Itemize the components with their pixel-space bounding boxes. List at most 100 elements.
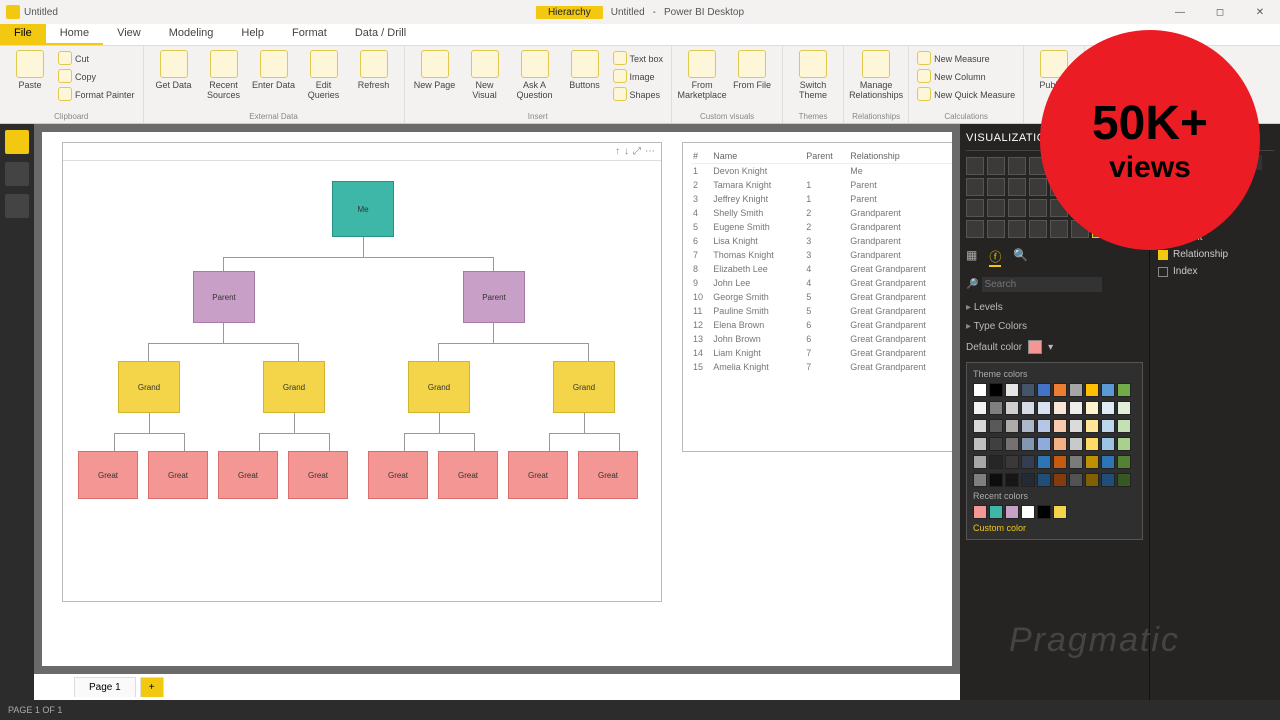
more-options-icon[interactable]: ⋯: [645, 146, 655, 157]
color-swatch[interactable]: [989, 383, 1003, 397]
color-swatch[interactable]: [1021, 505, 1035, 519]
report-canvas[interactable]: ↑ ↓ ⤢ ⋯ MeParentParentGrandGrandGrandGra…: [42, 132, 952, 666]
page-tab-1[interactable]: Page 1: [74, 677, 136, 697]
color-swatch[interactable]: [1117, 455, 1131, 469]
color-swatch[interactable]: [1069, 455, 1083, 469]
tree-node[interactable]: Great: [288, 451, 348, 499]
tree-node[interactable]: Great: [78, 451, 138, 499]
color-swatch[interactable]: [989, 455, 1003, 469]
ask-question-button[interactable]: Ask A Question: [513, 50, 557, 100]
color-swatch[interactable]: [1085, 473, 1099, 487]
table-row[interactable]: 6Lisa Knight3Grandparent: [691, 234, 952, 248]
data-view-button[interactable]: [5, 162, 29, 186]
color-swatch[interactable]: [1069, 419, 1083, 433]
tree-node[interactable]: Great: [508, 451, 568, 499]
tree-node[interactable]: Parent: [193, 271, 255, 323]
file-tab[interactable]: File: [0, 24, 46, 45]
tree-node[interactable]: Great: [368, 451, 428, 499]
get-data-button[interactable]: Get Data: [152, 50, 196, 90]
table-header[interactable]: Parent: [804, 149, 848, 164]
color-swatch[interactable]: [1037, 473, 1051, 487]
tree-node[interactable]: Great: [578, 451, 638, 499]
viz-type-27[interactable]: [1029, 220, 1047, 238]
expand-icon[interactable]: ⤢: [633, 146, 641, 157]
table-row[interactable]: 1Devon KnightMe: [691, 164, 952, 179]
color-dropdown-icon[interactable]: ▾: [1048, 342, 1053, 353]
close-button[interactable]: ✕: [1240, 0, 1280, 24]
viz-type-9[interactable]: [987, 178, 1005, 196]
maximize-button[interactable]: ◻: [1200, 0, 1240, 24]
format-tab-icon[interactable]: ⓕ: [989, 248, 1001, 267]
color-swatch[interactable]: [989, 401, 1003, 415]
table-visual[interactable]: #NameParentRelationship 1Devon KnightMe2…: [682, 142, 952, 452]
color-swatch[interactable]: [973, 437, 987, 451]
tree-node[interactable]: Parent: [463, 271, 525, 323]
color-swatch[interactable]: [1005, 419, 1019, 433]
tree-node[interactable]: Great: [438, 451, 498, 499]
viz-type-0[interactable]: [966, 157, 984, 175]
viz-type-19[interactable]: [1029, 199, 1047, 217]
field-item[interactable]: Index: [1156, 263, 1274, 280]
manage-relationships-button[interactable]: Manage Relationships: [854, 50, 898, 100]
color-swatch[interactable]: [1037, 383, 1051, 397]
recent-sources-button[interactable]: Recent Sources: [202, 50, 246, 100]
tree-node[interactable]: Grand: [408, 361, 470, 413]
color-swatch[interactable]: [1085, 419, 1099, 433]
color-swatch[interactable]: [1021, 473, 1035, 487]
viz-type-2[interactable]: [1008, 157, 1026, 175]
buttons-button[interactable]: Buttons: [563, 50, 607, 90]
tree-node[interactable]: Great: [218, 451, 278, 499]
minimize-button[interactable]: —: [1160, 0, 1200, 24]
viz-type-8[interactable]: [966, 178, 984, 196]
color-swatch[interactable]: [973, 455, 987, 469]
color-swatch[interactable]: [1037, 437, 1051, 451]
new-page-button[interactable]: New Page: [413, 50, 457, 90]
color-swatch[interactable]: [1021, 437, 1035, 451]
viz-type-17[interactable]: [987, 199, 1005, 217]
tree-node[interactable]: Grand: [553, 361, 615, 413]
color-swatch[interactable]: [1101, 437, 1115, 451]
tab-data-drill[interactable]: Data / Drill: [341, 24, 420, 45]
table-row[interactable]: 14Liam Knight7Great Grandparent: [691, 346, 952, 360]
color-swatch[interactable]: [1053, 473, 1067, 487]
color-swatch[interactable]: [1117, 383, 1131, 397]
table-row[interactable]: 3Jeffrey Knight1Parent: [691, 192, 952, 206]
color-swatch[interactable]: [973, 419, 987, 433]
color-swatch[interactable]: [1085, 437, 1099, 451]
tree-node[interactable]: Grand: [263, 361, 325, 413]
viz-type-11[interactable]: [1029, 178, 1047, 196]
color-swatch[interactable]: [1021, 455, 1035, 469]
from-file-button[interactable]: From File: [730, 50, 774, 90]
color-swatch[interactable]: [973, 383, 987, 397]
color-swatch[interactable]: [989, 473, 1003, 487]
viz-type-25[interactable]: [987, 220, 1005, 238]
color-swatch[interactable]: [973, 401, 987, 415]
color-swatch[interactable]: [1037, 505, 1051, 519]
new-visual-button[interactable]: New Visual: [463, 50, 507, 100]
tree-node[interactable]: Grand: [118, 361, 180, 413]
fields-well-tab-icon[interactable]: ▦: [966, 248, 977, 267]
table-row[interactable]: 13John Brown6Great Grandparent: [691, 332, 952, 346]
table-row[interactable]: 2Tamara Knight1Parent: [691, 178, 952, 192]
color-swatch[interactable]: [1117, 419, 1131, 433]
new-quick-measure-button[interactable]: New Quick Measure: [917, 87, 1015, 103]
report-view-button[interactable]: [5, 130, 29, 154]
tree-node[interactable]: Me: [332, 181, 394, 237]
paste-button[interactable]: Paste: [8, 50, 52, 90]
color-swatch[interactable]: [1037, 419, 1051, 433]
add-page-button[interactable]: +: [140, 677, 164, 697]
color-swatch[interactable]: [1117, 437, 1131, 451]
tab-home[interactable]: Home: [46, 24, 103, 45]
viz-type-1[interactable]: [987, 157, 1005, 175]
color-swatch[interactable]: [1053, 401, 1067, 415]
viz-type-18[interactable]: [1008, 199, 1026, 217]
color-swatch[interactable]: [1005, 455, 1019, 469]
viz-type-28[interactable]: [1050, 220, 1068, 238]
shapes-button[interactable]: Shapes: [613, 87, 661, 103]
field-checkbox[interactable]: [1158, 267, 1168, 277]
enter-data-button[interactable]: Enter Data: [252, 50, 296, 90]
table-row[interactable]: 11Pauline Smith5Great Grandparent: [691, 304, 952, 318]
format-painter-button[interactable]: Format Painter: [58, 87, 135, 103]
color-swatch[interactable]: [1101, 473, 1115, 487]
color-swatch[interactable]: [1069, 473, 1083, 487]
